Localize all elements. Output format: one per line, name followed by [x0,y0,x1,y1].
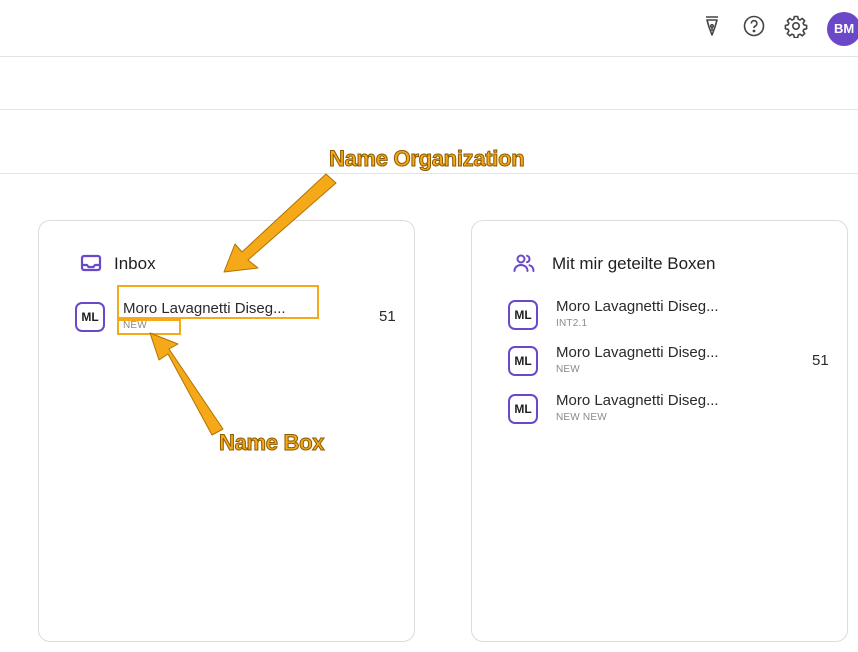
box-name: NEW NEW [556,412,607,423]
users-icon [513,254,535,272]
box-name: INT2.1 [556,318,588,329]
user-avatar[interactable]: BM [827,12,858,46]
org-name: Moro Lavagnetti Diseg... [556,298,719,315]
org-name: Moro Lavagnetti Diseg... [556,392,719,409]
annotation-label-organization: Name Organization [328,146,525,172]
box-name: NEW [556,364,580,375]
org-badge: ML [508,346,538,376]
organization-highlight-box [117,285,319,319]
card-title: Mit mir geteilte Boxen [552,254,716,273]
gear-icon[interactable] [782,12,810,40]
org-name: Moro Lavagnetti Diseg... [556,344,719,361]
org-badge: ML [75,302,105,332]
org-badge: ML [508,394,538,424]
annotation-label-box: Name Box [218,430,325,456]
page: BM Inbox ML Moro Lavagnetti Diseg... NEW… [0,0,858,652]
shared-boxes-card: Mit mir geteilte Boxen ML Moro Lavagnett… [471,220,848,642]
box-highlight-box [117,319,181,335]
pen-nib-icon[interactable] [698,12,726,40]
divider [0,173,858,174]
list-item[interactable]: ML Moro Lavagnetti Diseg... NEW NEW [508,392,838,430]
card-title: Inbox [114,254,156,273]
top-bar: BM [0,0,858,57]
item-count: 51 [379,308,396,325]
org-badge: ML [508,300,538,330]
divider [0,109,858,110]
item-count: 51 [812,352,829,369]
inbox-tray-icon [80,254,102,272]
list-item[interactable]: ML Moro Lavagnetti Diseg... INT2.1 [508,298,838,336]
help-icon[interactable] [740,12,768,40]
list-item[interactable]: ML Moro Lavagnetti Diseg... NEW 51 [508,344,838,382]
